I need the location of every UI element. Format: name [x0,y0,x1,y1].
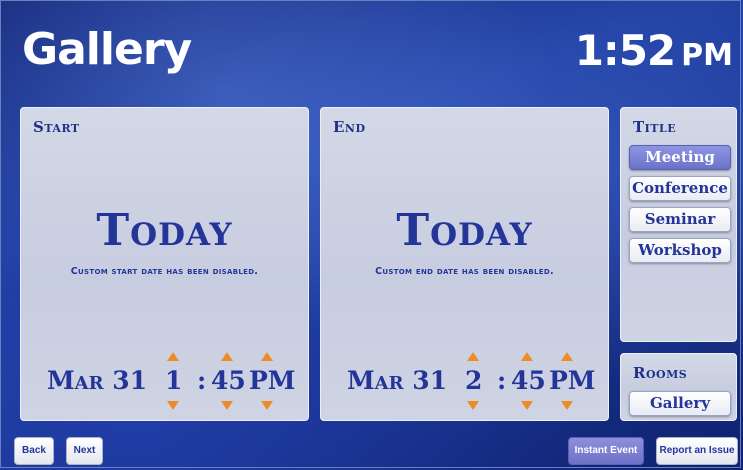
start-hour-down-arrow-icon[interactable] [167,401,179,410]
title-option-meeting[interactable]: Meeting [629,145,731,170]
start-datetime-picker: Mar 31 1 : 45 PM [21,352,308,412]
clock: 1:52 PM [575,24,733,83]
title-option-seminar[interactable]: Seminar [629,207,731,232]
start-ampm-value: PM [249,366,296,395]
end-date-value: Mar 31 [347,366,448,395]
start-hour-value: 1 [165,366,183,395]
start-disabled-message: Custom start date has been disabled. [70,266,259,277]
start-hour-up-arrow-icon[interactable] [167,352,179,361]
rooms-panel: Rooms Gallery [620,353,737,421]
end-ampm-down-arrow-icon[interactable] [561,401,573,410]
room-option-gallery[interactable]: Gallery [629,391,731,416]
clock-time: 1:52 [574,26,676,75]
end-today-label: Today [396,205,533,256]
start-ampm-down-arrow-icon[interactable] [261,401,273,410]
instant-event-button[interactable]: Instant Event [568,437,644,465]
next-button[interactable]: Next [66,437,103,465]
start-ampm-up-arrow-icon[interactable] [261,352,273,361]
title-panel: Title Meeting Conference Seminar Worksho… [620,107,737,342]
end-minute-down-arrow-icon[interactable] [521,401,533,410]
end-hour-down-arrow-icon[interactable] [467,401,479,410]
end-ampm-up-arrow-icon[interactable] [561,352,573,361]
end-panel-title: End [333,118,366,136]
start-minute-value: 45 [211,366,246,395]
start-minute-up-arrow-icon[interactable] [221,352,233,361]
title-option-conference[interactable]: Conference [629,176,731,201]
end-hour-up-arrow-icon[interactable] [467,352,479,361]
end-time-separator: : [497,366,507,395]
end-datetime-picker: Mar 31 2 : 45 PM [321,352,608,412]
back-button[interactable]: Back [14,437,54,465]
start-date-value: Mar 31 [47,366,148,395]
end-minute-value: 45 [511,366,546,395]
start-today-label: Today [96,205,233,256]
end-ampm-value: PM [549,366,596,395]
clock-ampm: PM [681,38,733,73]
end-minute-up-arrow-icon[interactable] [521,352,533,361]
title-option-workshop[interactable]: Workshop [629,238,731,263]
report-issue-button[interactable]: Report an Issue [656,437,738,465]
end-hour-value: 2 [465,366,483,395]
room-name-title: Gallery [22,24,192,75]
end-panel: End Today Custom end date has been disab… [320,107,609,421]
title-panel-heading: Title [633,118,677,136]
end-disabled-message: Custom end date has been disabled. [375,266,554,277]
start-panel: Start Today Custom start date has been d… [20,107,309,421]
rooms-panel-heading: Rooms [633,364,688,382]
start-minute-down-arrow-icon[interactable] [221,401,233,410]
start-time-separator: : [197,366,207,395]
start-panel-title: Start [33,118,80,136]
